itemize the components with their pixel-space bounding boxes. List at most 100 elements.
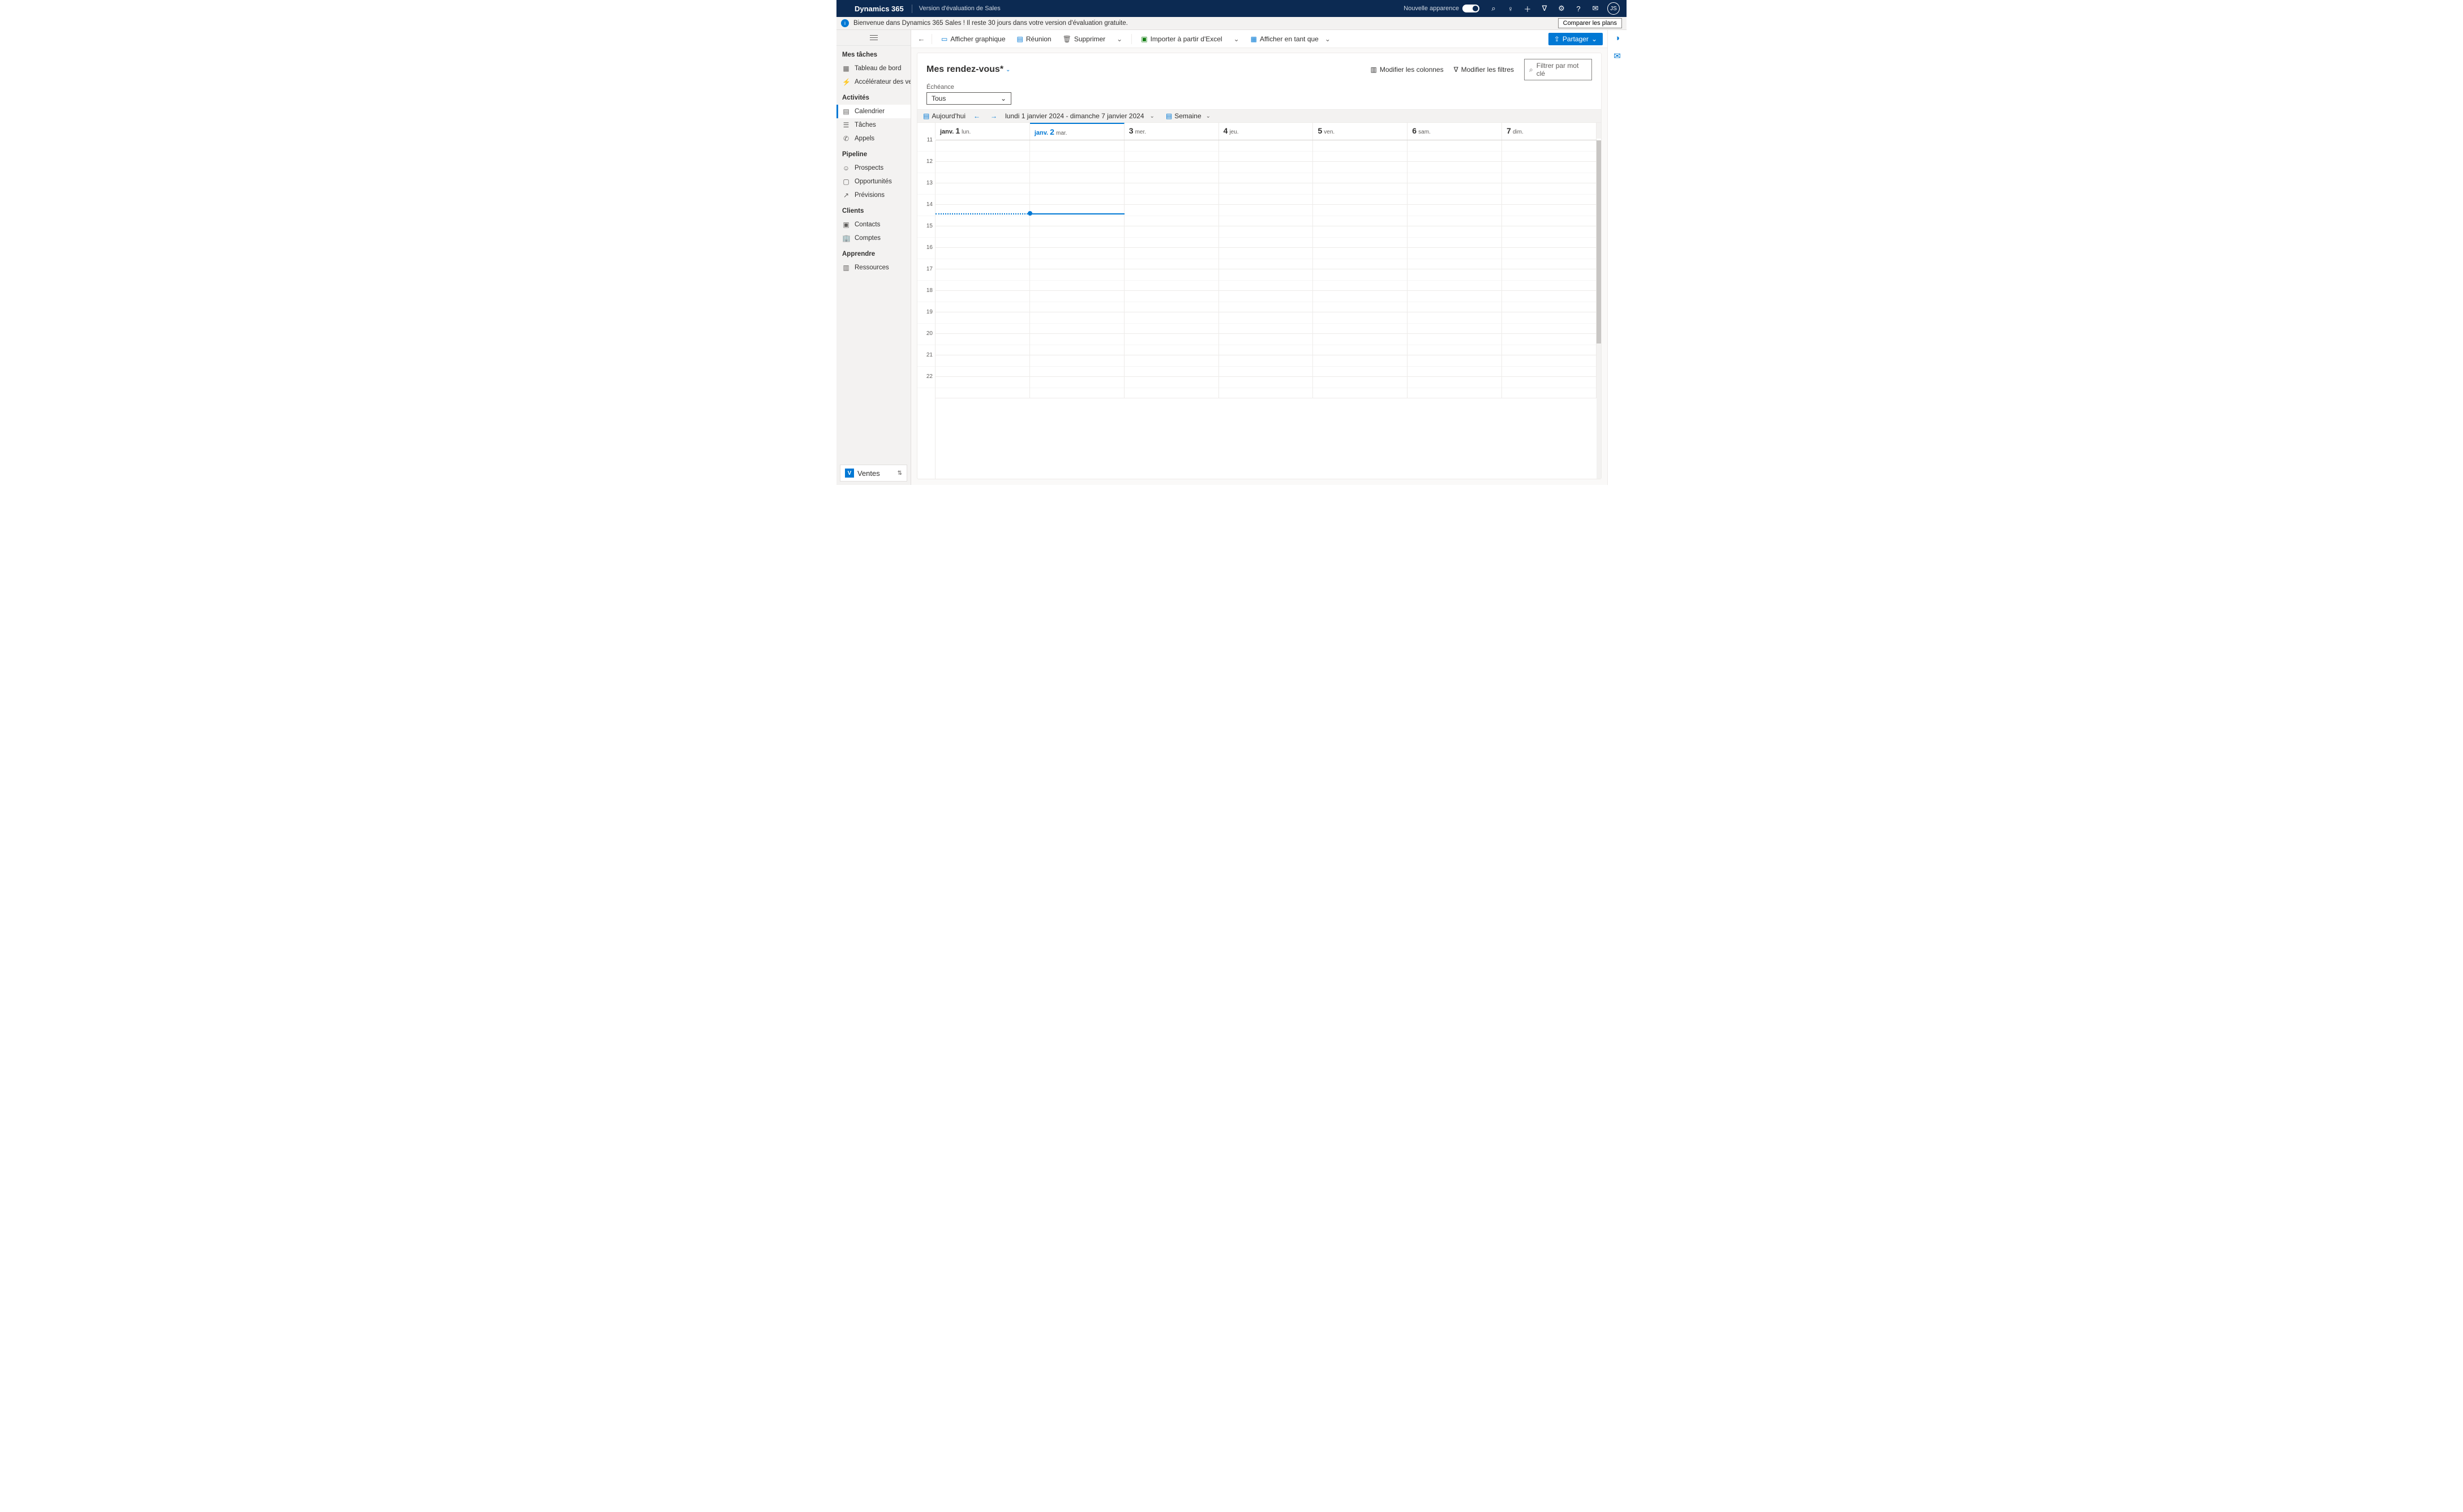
right-rail: ◑ ✉ xyxy=(1607,30,1627,485)
chevron-down-icon: ⌄ xyxy=(1206,113,1211,119)
due-date-select[interactable]: Tous⌄ xyxy=(926,92,1011,105)
sidebar-item-label: Opportunités xyxy=(855,178,892,185)
delete-dropdown[interactable]: ⌄ xyxy=(1112,33,1127,45)
calendar-days-header: janv. 1 lun.janv. 2 mar.3 mer.4 jeu.5 ve… xyxy=(936,123,1597,140)
trash-icon: 🗑 xyxy=(1063,35,1071,43)
excel-icon: ▣ xyxy=(1141,35,1147,43)
sidebar-item-label: Tâches xyxy=(855,122,876,128)
info-icon: i xyxy=(841,19,849,27)
sidebar-item-calendar[interactable]: ▤ Calendrier xyxy=(836,105,911,118)
import-dropdown[interactable]: ⌄ xyxy=(1229,33,1244,45)
date-range-label[interactable]: lundi 1 janvier 2024 - dimanche 7 janvie… xyxy=(1005,112,1144,120)
sidebar-item-prospects[interactable]: ☺Prospects xyxy=(836,161,911,175)
environment-name: Version d'évaluation de Sales xyxy=(912,5,1001,12)
nav-group-learn: Apprendre xyxy=(836,245,911,261)
app-switcher[interactable]: V Ventes ⇅ xyxy=(840,465,907,482)
range-dropdown-icon[interactable]: ⌄ xyxy=(1150,113,1155,119)
time-column: 111213141516171819202122 xyxy=(917,140,936,479)
top-header: Dynamics 365 Version d'évaluation de Sal… xyxy=(836,0,1627,17)
calendar-toolbar: ▤Aujourd'hui ← → lundi 1 janvier 2024 - … xyxy=(917,109,1601,123)
calendar-grid[interactable] xyxy=(936,140,1597,398)
contacts-icon: ▣ xyxy=(842,221,850,229)
chat-icon[interactable]: ✉ xyxy=(1587,4,1604,13)
calendar-icon: ▤ xyxy=(842,108,850,115)
columns-icon: ▥ xyxy=(1371,66,1377,74)
sidebar-item-tasks[interactable]: ☰ Tâches xyxy=(836,118,911,132)
chart-icon: ▭ xyxy=(941,35,947,43)
view-dropdown-icon[interactable]: ⌄ xyxy=(1006,67,1010,73)
chevron-down-icon: ⌄ xyxy=(1234,35,1239,43)
filter-icon[interactable]: ∇ xyxy=(1536,4,1553,13)
compare-plans-button[interactable]: Comparer les plans xyxy=(1558,18,1622,28)
opportunities-icon: ▢ xyxy=(842,178,850,186)
day-header[interactable]: 4 jeu. xyxy=(1219,123,1314,140)
sidebar-item-forecasts[interactable]: ↗Prévisions xyxy=(836,188,911,202)
keyword-filter-input[interactable]: ⌕Filtrer par mot clé xyxy=(1524,59,1592,80)
delete-button[interactable]: 🗑Supprimer xyxy=(1058,33,1110,45)
back-button[interactable]: ← xyxy=(916,35,927,43)
next-week-button[interactable]: → xyxy=(988,112,999,120)
dashboard-icon: ▦ xyxy=(842,65,850,72)
product-name[interactable]: Dynamics 365 xyxy=(843,5,912,13)
sidebar-item-resources[interactable]: ▥Ressources xyxy=(836,261,911,274)
rocket-icon: ⚡ xyxy=(842,78,850,86)
day-header[interactable]: janv. 2 mar. xyxy=(1030,123,1125,140)
tasks-icon: ☰ xyxy=(842,121,850,129)
page-panel: Mes rendez-vous* ⌄ ▥Modifier les colonne… xyxy=(917,53,1602,479)
show-as-button[interactable]: ▦Afficher en tant que⌄ xyxy=(1246,33,1335,45)
day-header[interactable]: 6 sam. xyxy=(1408,123,1502,140)
sidebar-item-label: Tableau de bord xyxy=(855,65,901,72)
view-mode-button[interactable]: ▤Semaine⌄ xyxy=(1166,112,1211,120)
today-button[interactable]: ▤Aujourd'hui xyxy=(923,112,966,120)
updown-icon: ⇅ xyxy=(898,470,902,476)
copilot-icon[interactable]: ◑ xyxy=(1615,33,1620,43)
sidebar-item-opportunities[interactable]: ▢ Opportunités xyxy=(836,175,911,188)
sidebar-item-dashboard[interactable]: ▦ Tableau de bord xyxy=(836,62,911,75)
day-header[interactable]: 5 ven. xyxy=(1313,123,1408,140)
sidebar-item-contacts[interactable]: ▣Contacts xyxy=(836,218,911,231)
new-look-toggle[interactable] xyxy=(1462,5,1479,12)
meeting-button[interactable]: ▤Réunion xyxy=(1012,33,1056,45)
sidebar-item-accelerator[interactable]: ⚡Accélérateur des ven… xyxy=(836,75,911,89)
command-bar: ← ▭Afficher graphique ▤Réunion 🗑Supprime… xyxy=(911,30,1607,48)
filter-label: Échéance xyxy=(926,84,1592,91)
cmd-label: Réunion xyxy=(1026,35,1052,43)
avatar[interactable]: JS xyxy=(1607,2,1620,15)
chevron-down-icon: ⌄ xyxy=(1325,35,1331,43)
show-chart-button[interactable]: ▭Afficher graphique xyxy=(937,33,1010,45)
scrollbar[interactable] xyxy=(1597,140,1601,479)
sidebar-item-calls[interactable]: ✆Appels xyxy=(836,132,911,145)
share-button[interactable]: ⇪Partager⌄ xyxy=(1548,33,1603,45)
filter-icon: ∇ xyxy=(1454,66,1458,74)
prev-week-button[interactable]: ← xyxy=(971,112,982,120)
nav-group-clients: Clients xyxy=(836,202,911,218)
sidebar-item-label: Calendrier xyxy=(855,108,885,115)
meeting-icon: ▤ xyxy=(1017,35,1023,43)
hamburger-icon[interactable] xyxy=(870,35,878,40)
teams-chat-icon[interactable]: ✉ xyxy=(1614,51,1621,61)
trial-banner: i Bienvenue dans Dynamics 365 Sales ! Il… xyxy=(836,17,1627,30)
search-icon[interactable]: ⌕ xyxy=(1485,4,1502,13)
nav-group-tasks: Mes tâches xyxy=(836,46,911,62)
help-icon[interactable]: ? xyxy=(1570,5,1587,13)
app-switch-badge: V xyxy=(845,469,854,478)
edit-columns-button[interactable]: ▥Modifier les colonnes xyxy=(1371,66,1444,74)
sidebar-item-accounts[interactable]: 🏢Comptes xyxy=(836,231,911,245)
cmd-label: Afficher graphique xyxy=(950,35,1005,43)
prospects-icon: ☺ xyxy=(842,164,850,172)
chevron-down-icon: ⌄ xyxy=(1001,94,1006,102)
lightbulb-icon[interactable]: ♀ xyxy=(1502,5,1519,13)
import-excel-button[interactable]: ▣ Importer à partir d'Excel xyxy=(1136,33,1226,45)
day-header[interactable]: janv. 1 lun. xyxy=(936,123,1030,140)
add-icon[interactable]: ＋ xyxy=(1519,3,1536,14)
page-title[interactable]: Mes rendez-vous* xyxy=(926,65,1003,75)
nav-group-activities: Activités xyxy=(836,89,911,105)
cmd-label: Afficher en tant que xyxy=(1260,35,1319,43)
building-icon: 🏢 xyxy=(842,234,850,242)
day-header[interactable]: 3 mer. xyxy=(1125,123,1219,140)
settings-icon[interactable]: ⚙ xyxy=(1553,4,1570,13)
edit-filters-button[interactable]: ∇Modifier les filtres xyxy=(1454,66,1514,74)
new-look-label: Nouvelle apparence xyxy=(1404,5,1459,12)
cmd-label: Importer à partir d'Excel xyxy=(1151,35,1222,43)
day-header[interactable]: 7 dim. xyxy=(1502,123,1597,140)
